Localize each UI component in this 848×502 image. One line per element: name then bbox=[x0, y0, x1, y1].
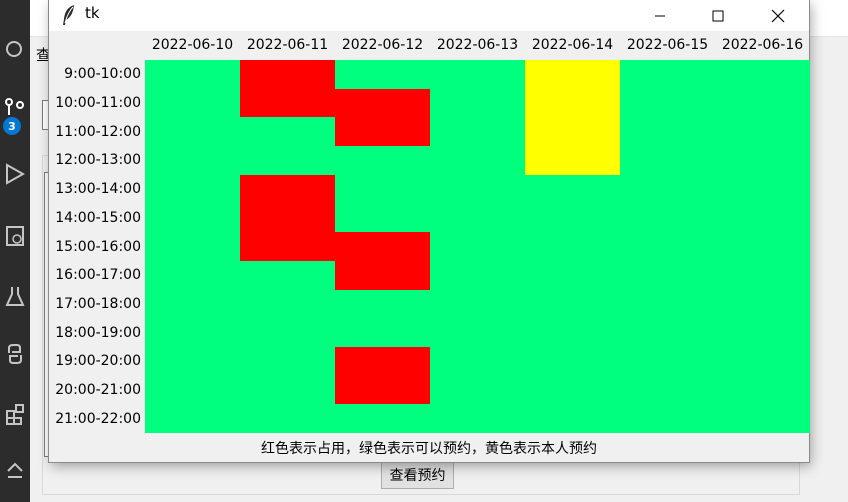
tk-window: tk 2022-06-10 2022-06-11 2022-06-12 2022… bbox=[49, 0, 810, 462]
date-header: 2022-06-15 bbox=[626, 37, 709, 53]
occupied-slot[interactable] bbox=[240, 89, 335, 117]
testing-icon[interactable] bbox=[0, 278, 30, 314]
time-slot-label: 17:00-18:00 bbox=[55, 296, 141, 312]
maximize-icon bbox=[712, 10, 724, 21]
extensions-icon[interactable] bbox=[0, 396, 30, 432]
python-icon[interactable] bbox=[0, 336, 30, 372]
close-icon bbox=[771, 9, 785, 22]
activity-bar: 3 bbox=[0, 0, 30, 502]
date-header: 2022-06-10 bbox=[151, 37, 234, 53]
occupied-slot[interactable] bbox=[335, 232, 430, 261]
time-slot-label: 19:00-20:00 bbox=[55, 353, 141, 369]
legend-text: 红色表示占用，绿色表示可以预约，黄色表示本人预约 bbox=[261, 441, 597, 457]
occupied-slot[interactable] bbox=[240, 232, 335, 261]
notification-badge: 3 bbox=[3, 117, 21, 135]
time-slot-label: 16:00-17:00 bbox=[55, 267, 141, 283]
window-title: tk bbox=[85, 4, 100, 22]
time-slot-label: 15:00-16:00 bbox=[55, 239, 141, 255]
occupied-slot[interactable] bbox=[240, 175, 335, 203]
occupied-slot[interactable] bbox=[335, 117, 430, 146]
search-icon[interactable] bbox=[0, 32, 30, 68]
occupied-slot[interactable] bbox=[240, 60, 335, 89]
time-slot-label: 11:00-12:00 bbox=[55, 124, 141, 140]
time-slot-label: 12:00-13:00 bbox=[55, 152, 141, 168]
time-slot-label: 20:00-21:00 bbox=[55, 382, 141, 398]
view-booking-button[interactable]: 查看预约 bbox=[381, 461, 454, 489]
time-slot-label: 21:00-22:00 bbox=[55, 411, 141, 427]
tk-titlebar[interactable]: tk bbox=[49, 0, 809, 31]
time-slot-label: 18:00-19:00 bbox=[55, 325, 141, 341]
time-slot-label: 13:00-14:00 bbox=[55, 181, 141, 197]
booking-grid[interactable] bbox=[145, 60, 810, 433]
run-debug-icon[interactable] bbox=[0, 156, 30, 192]
my-booking-slot[interactable] bbox=[525, 60, 620, 89]
maximize-button[interactable] bbox=[695, 0, 741, 31]
minimize-icon bbox=[655, 15, 665, 16]
time-slot-label: 10:00-11:00 bbox=[55, 95, 141, 111]
date-header: 2022-06-11 bbox=[246, 37, 329, 53]
remote-explorer-icon[interactable] bbox=[0, 218, 30, 254]
feather-icon bbox=[63, 5, 74, 25]
occupied-slot[interactable] bbox=[335, 347, 430, 376]
time-slot-label: 14:00-15:00 bbox=[55, 210, 141, 226]
date-header: 2022-06-16 bbox=[721, 37, 804, 53]
time-slot-label: 9:00-10:00 bbox=[64, 66, 141, 82]
account-icon[interactable] bbox=[0, 452, 30, 488]
my-booking-slot[interactable] bbox=[525, 146, 620, 175]
occupied-slot[interactable] bbox=[335, 89, 430, 117]
my-booking-slot[interactable] bbox=[525, 117, 620, 146]
occupied-slot[interactable] bbox=[335, 261, 430, 290]
date-header: 2022-06-13 bbox=[436, 37, 519, 53]
minimize-button[interactable] bbox=[637, 0, 683, 31]
date-header: 2022-06-12 bbox=[341, 37, 424, 53]
occupied-slot[interactable] bbox=[335, 376, 430, 404]
occupied-slot[interactable] bbox=[240, 203, 335, 232]
date-header: 2022-06-14 bbox=[531, 37, 614, 53]
close-button[interactable] bbox=[755, 0, 801, 31]
my-booking-slot[interactable] bbox=[525, 89, 620, 117]
